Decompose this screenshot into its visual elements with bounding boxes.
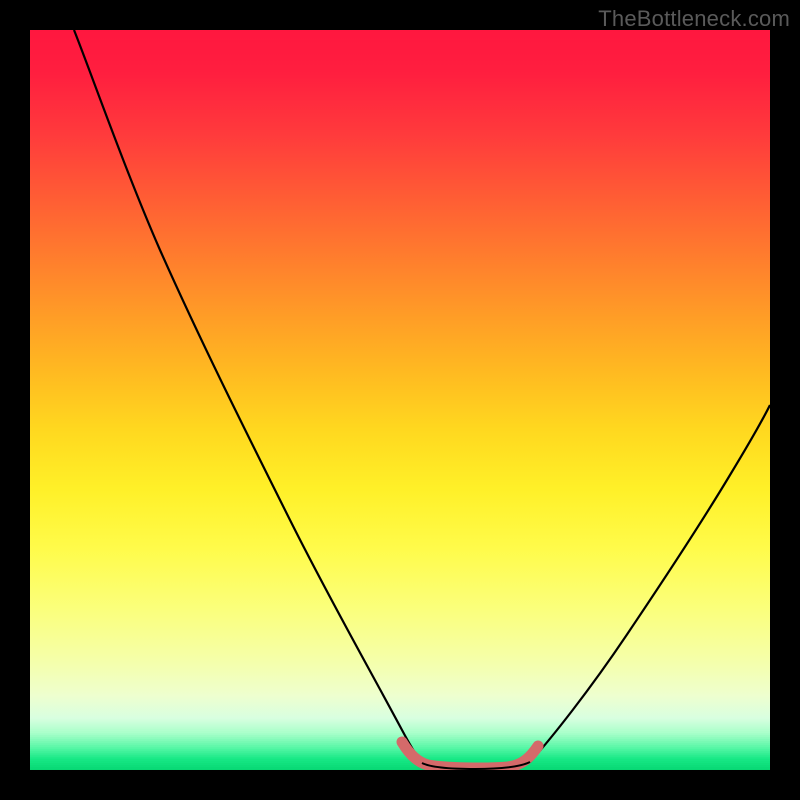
chart-frame: TheBottleneck.com (0, 0, 800, 800)
right-curve (530, 405, 770, 762)
watermark-text: TheBottleneck.com (598, 6, 790, 32)
plot-area (30, 30, 770, 770)
curves-svg (30, 30, 770, 770)
left-curve (74, 30, 422, 763)
